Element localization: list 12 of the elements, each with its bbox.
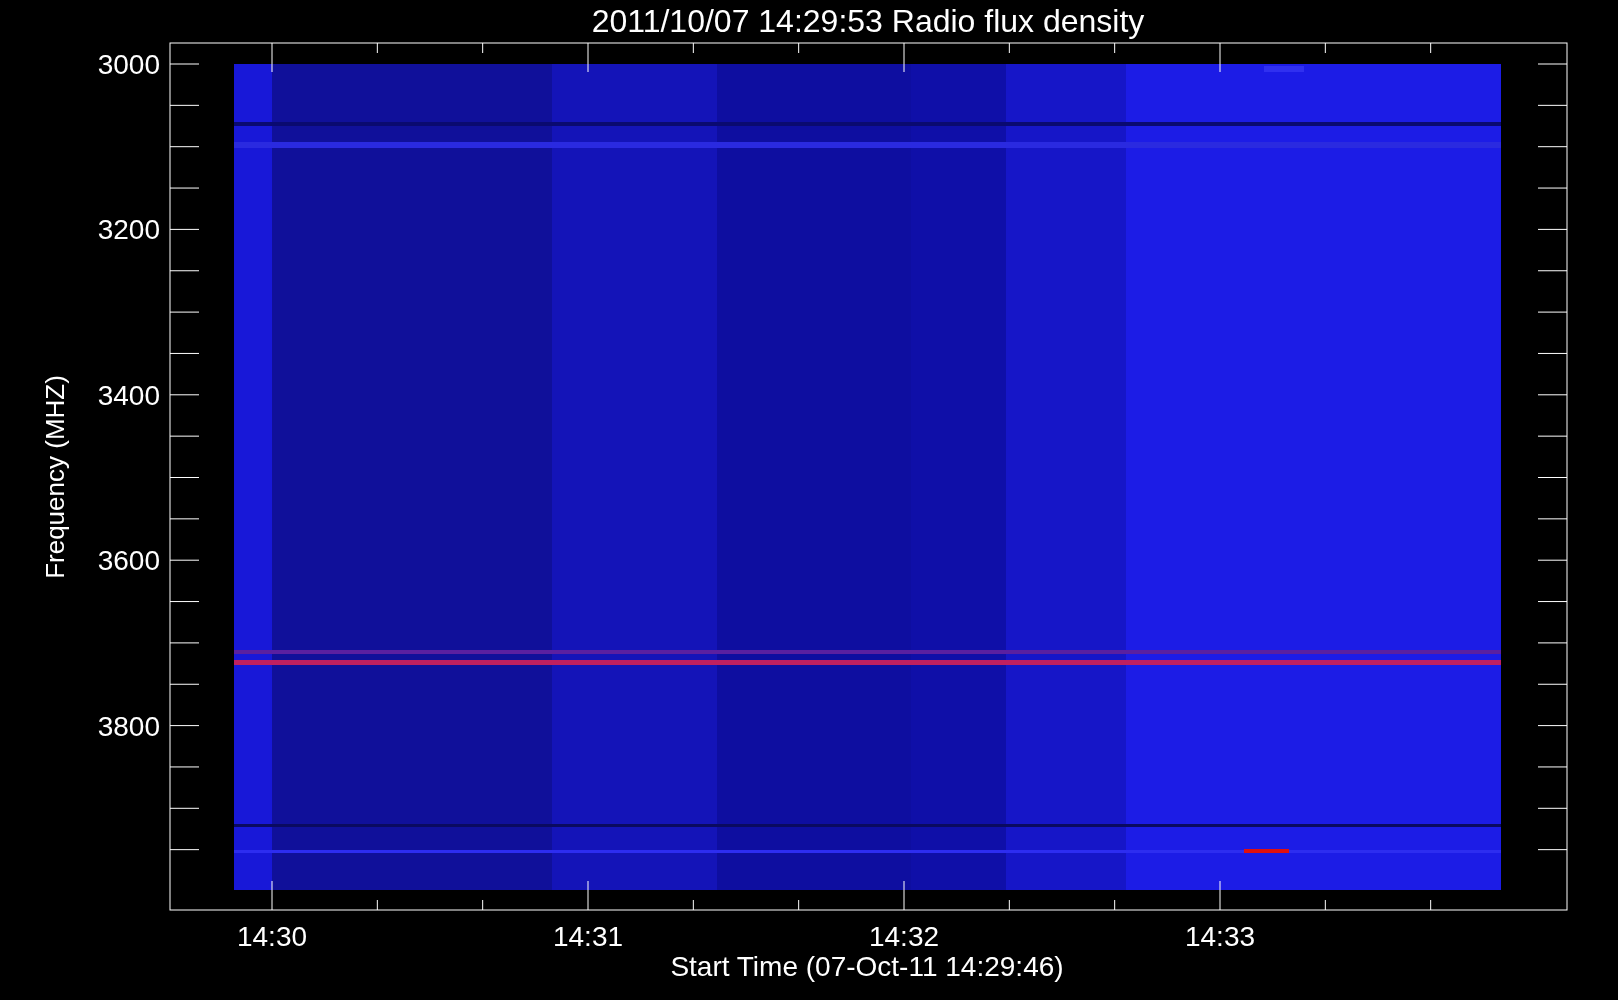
- tick-label: 3000: [97, 49, 160, 80]
- tick-label: 3800: [97, 710, 160, 742]
- axis-label: Frequency (MHZ): [40, 375, 70, 579]
- tick-label: 14:31: [552, 921, 624, 952]
- tick-label: 14:32: [868, 921, 940, 952]
- tick-label: 14:30: [236, 921, 308, 952]
- tick-label: 14:33: [1184, 921, 1256, 952]
- plot-title: 2011/10/07 14:29:53 Radio flux density: [591, 3, 1145, 39]
- tick-label: 3200: [97, 214, 160, 246]
- tick-label: 3600: [97, 545, 160, 577]
- tick-label: 3400: [97, 379, 160, 411]
- axis-label: Start Time (07-Oct-11 14:29:46): [670, 951, 1064, 982]
